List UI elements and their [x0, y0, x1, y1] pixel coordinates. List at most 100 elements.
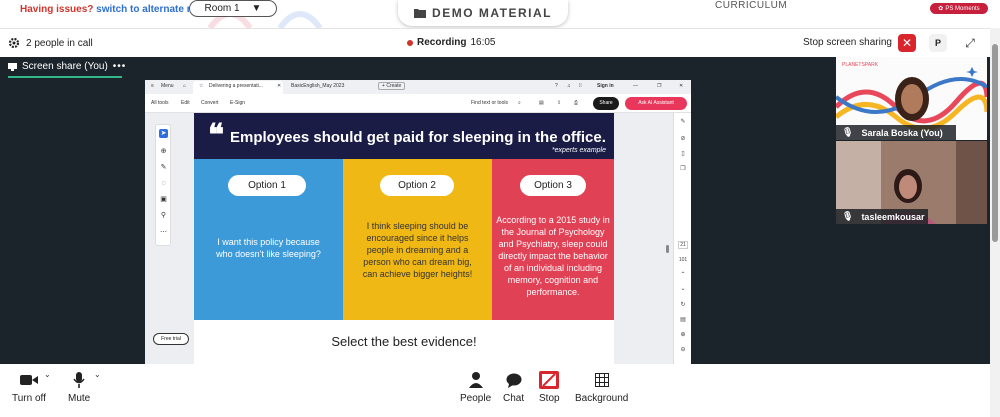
ps-moments-label: PS Moments — [945, 5, 980, 12]
text-box-icon[interactable]: ▣ — [159, 195, 168, 204]
issues-text: Having issues? — [20, 4, 94, 15]
all-tools-menu[interactable]: All tools — [151, 100, 169, 106]
right-tool-rail: ✎ ⊘ ▯ ❐ 21 101 ⌃ ⌄ ↻ ▤ ⊕ ⊖ — [673, 113, 691, 364]
link-icon[interactable]: ⊘ — [678, 135, 688, 142]
option-2-text: I think sleeping should be encouraged si… — [362, 221, 473, 279]
doc-icon[interactable]: ▤ — [539, 100, 544, 106]
page-number[interactable]: 21 — [678, 241, 688, 249]
people-count[interactable]: 2 people in call — [8, 37, 93, 49]
zoom-icon[interactable]: ⊕ — [159, 147, 168, 156]
settings-icon[interactable] — [8, 37, 20, 49]
minimize-icon[interactable]: — — [633, 83, 638, 89]
curriculum-tab[interactable]: CURRICULUM — [715, 0, 787, 11]
call-stage: Screen share (You) ••• ≡ Menu ⌂ ☆ Delive… — [0, 57, 990, 364]
mute-button[interactable]: Mute — [68, 370, 90, 404]
slide-header: ❝ Employees should get paid for sleeping… — [194, 113, 614, 159]
call-header: 2 people in call Recording 16:05 Stop sc… — [0, 28, 990, 57]
copy-icon[interactable]: ❐ — [678, 165, 688, 172]
presentation-slide: ❝ Employees should get paid for sleeping… — [194, 113, 614, 364]
more-options-icon[interactable]: ••• — [113, 61, 127, 72]
cursor-icon[interactable]: ➤ — [159, 129, 168, 138]
stop-sharing-button[interactable]: ✕ — [898, 34, 916, 52]
option-2-card: Option 2 I think sleeping should be enco… — [343, 159, 492, 320]
stop-label: Stop — [539, 393, 560, 404]
print-icon[interactable]: ⎙ — [574, 100, 578, 106]
quote-icon: ❝ — [208, 118, 225, 153]
person-icon — [468, 370, 483, 390]
page-scrollbar[interactable] — [990, 28, 1000, 417]
upload-icon[interactable]: ⇪ — [557, 100, 561, 106]
room-value: Room 1 — [204, 3, 240, 14]
viewer-scrollbar[interactable] — [666, 245, 669, 253]
document-icon[interactable]: ▤ — [678, 316, 688, 323]
stop-sharing-label: Stop screen sharing — [803, 37, 892, 48]
restore-icon[interactable]: ❐ — [657, 83, 661, 89]
close-window-icon[interactable]: ✕ — [679, 83, 683, 89]
option-1-label: Option 1 — [228, 175, 306, 196]
option-3-text: According to a 2015 study in the Journal… — [496, 215, 610, 297]
participant-tile-other[interactable]: 🎙 tasleemkousar — [836, 141, 987, 224]
grid-icon[interactable]: ⁞⁞ — [579, 83, 582, 89]
issues-notice: Having issues? switch to alternate room — [20, 4, 212, 15]
option-3-label: Option 3 — [520, 175, 586, 196]
demo-material-tab[interactable]: DEMO MATERIAL — [398, 0, 568, 26]
caret-down-icon: ▼ — [251, 3, 262, 14]
bell-icon[interactable]: ♫ — [567, 83, 571, 89]
menu-label[interactable]: Menu — [161, 83, 174, 89]
close-tab-icon[interactable]: ✕ — [277, 83, 281, 89]
camera-options-chevron-icon[interactable]: ⌄ — [44, 370, 51, 379]
pages-icon[interactable]: ▯ — [678, 150, 688, 157]
people-button[interactable]: People — [460, 370, 491, 404]
page-scroll-thumb[interactable] — [992, 44, 998, 242]
mic-options-chevron-icon[interactable]: ⌄ — [94, 370, 101, 379]
background-label: Background — [575, 393, 629, 404]
participant-name: Sarala Boska (You) — [861, 127, 943, 138]
microphone-icon — [73, 370, 85, 390]
ask-ai-button[interactable]: Ask AI Assistant — [625, 97, 687, 110]
find-text-button[interactable]: Find text or tools — [471, 100, 508, 106]
active-underline — [8, 76, 122, 78]
pen-icon[interactable]: ✎ — [159, 163, 168, 172]
home-icon[interactable]: ⌂ — [183, 83, 186, 89]
participant-name: tasleemkousar — [861, 211, 925, 222]
expand-icon[interactable]: ⤢ — [961, 34, 979, 52]
chevron-down-icon[interactable]: ⌄ — [678, 285, 688, 292]
room-select[interactable]: Room 1 ▼ — [189, 0, 277, 17]
convert-menu[interactable]: Convert — [201, 100, 219, 106]
profile-button[interactable]: P — [929, 34, 947, 52]
help-icon[interactable]: ? — [555, 83, 558, 89]
edit-menu[interactable]: Edit — [181, 100, 190, 106]
zoom-out-icon[interactable]: ⊖ — [678, 346, 688, 353]
free-trial-button[interactable]: Free trial — [153, 333, 189, 345]
stamp-icon[interactable]: ⚲ — [159, 211, 168, 220]
ps-moments-badge[interactable]: ✿ PS Moments — [930, 3, 988, 14]
search-icon[interactable]: ⌕ — [518, 100, 521, 106]
lasso-icon[interactable]: ◌ — [159, 179, 168, 188]
share-button[interactable]: Share — [593, 97, 619, 110]
screen-icon — [8, 62, 17, 71]
svg-text:PLANETSPARK: PLANETSPARK — [842, 62, 879, 68]
create-tab-button[interactable]: + Create — [378, 82, 406, 90]
sign-in-link[interactable]: Sign in — [597, 83, 614, 89]
people-count-label: 2 people in call — [26, 37, 93, 49]
star-icon[interactable]: ☆ — [199, 83, 203, 89]
slide-subtitle: *experts example — [551, 147, 606, 154]
stop-share-button[interactable]: Stop — [539, 370, 560, 404]
zoom-in-icon[interactable]: ⊕ — [678, 331, 688, 338]
camera-label: Turn off — [12, 393, 46, 404]
participant-tile-you[interactable]: PLANETSPARK 🎙 Sarala Boska (You) — [836, 57, 987, 140]
comment-icon[interactable]: ✎ — [678, 118, 688, 125]
chevron-up-icon[interactable]: ⌃ — [678, 271, 688, 278]
more-tools-icon[interactable]: ⋯ — [159, 228, 168, 237]
camera-button[interactable]: Turn off — [12, 370, 46, 404]
menu-icon[interactable]: ≡ — [151, 83, 154, 89]
esign-menu[interactable]: E-Sign — [230, 100, 245, 106]
slide-title: Employees should get paid for sleeping i… — [230, 129, 606, 146]
refresh-icon[interactable]: ↻ — [678, 301, 688, 308]
tab-basic-english[interactable]: BasicEnglish_May 2023 — [291, 83, 344, 89]
chat-label: Chat — [503, 393, 525, 404]
background-button[interactable]: Background — [575, 370, 628, 404]
microphone-icon: 🎙 — [842, 211, 854, 221]
chat-button[interactable]: Chat — [503, 370, 524, 404]
tab-presentation[interactable]: Delivering a presentati... — [209, 83, 263, 89]
